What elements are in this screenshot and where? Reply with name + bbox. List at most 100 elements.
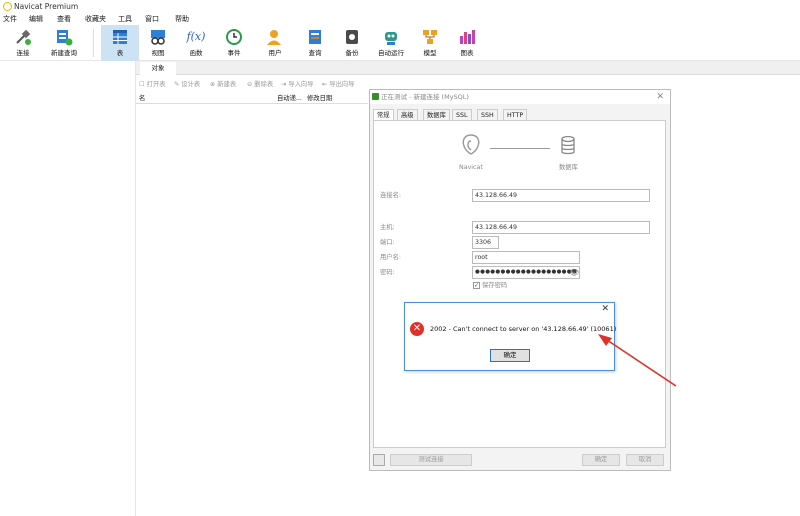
toolbar-model-label: 模型	[423, 49, 437, 57]
event-icon	[226, 29, 242, 45]
new-table-button[interactable]: ⊕ 新建表	[210, 79, 236, 91]
user-icon	[267, 30, 281, 45]
dialog-ok-button[interactable]: 确定	[582, 454, 620, 466]
password-field[interactable]: ●●●●●●●●●●●●●●●●●●●●	[472, 266, 580, 279]
toolbar-table-label: 表	[116, 49, 124, 57]
robot-icon	[385, 32, 397, 45]
toolbar-chart-button[interactable]: 图表	[452, 25, 482, 61]
show-password-eye-icon[interactable]: 👁	[569, 268, 579, 277]
database-label: 数据库	[559, 164, 578, 171]
dialog-cancel-button[interactable]: 取消	[626, 454, 664, 466]
username-label: 用户名:	[380, 254, 402, 261]
toolbar-function-label: 函数	[189, 49, 203, 57]
tab-database[interactable]: 数据库	[423, 109, 450, 120]
toolbar-model-button[interactable]: 模型	[415, 25, 445, 61]
toolbar-backup-button[interactable]: 备份	[337, 25, 367, 61]
function-icon: f(x)	[186, 30, 206, 43]
toolbar-query-label: 查询	[308, 49, 322, 57]
toolbar-event-button[interactable]: 事件	[218, 25, 250, 61]
password-label: 密码:	[380, 269, 395, 276]
tab-http[interactable]: HTTP	[503, 109, 528, 120]
connection-line	[490, 148, 550, 149]
column-modified-date[interactable]: 修改日期	[307, 93, 332, 104]
connection-tree-pane[interactable]	[0, 61, 136, 516]
save-password-label: 保存密码	[482, 282, 508, 289]
annotation-arrow-icon	[598, 334, 677, 387]
toolbar-user-label: 用户	[268, 49, 282, 57]
error-ok-button[interactable]: 确定	[490, 349, 530, 362]
delete-table-button[interactable]: ⊖ 删除表	[247, 79, 273, 91]
navicat-label: Navicat	[459, 164, 483, 171]
error-icon: ✕	[410, 322, 424, 336]
save-password-checkbox[interactable]: ✓	[473, 282, 480, 289]
menu-favorites[interactable]: 收藏夹	[85, 14, 106, 24]
dialog-title-bar: 正在测试 - 新建连接 (MySQL) ✕	[370, 90, 670, 104]
connect-icon	[16, 29, 31, 45]
menu-file[interactable]: 文件	[3, 14, 17, 24]
menu-view[interactable]: 查看	[57, 14, 71, 24]
toolbar-view-button[interactable]: 视图	[142, 25, 174, 61]
chart-icon	[460, 30, 475, 44]
toolbar-connect-label: 连接	[16, 49, 30, 57]
object-list-header: 名 自动递... 修改日期	[136, 93, 368, 104]
dialog-sidebar-toggle-icon[interactable]	[373, 454, 385, 466]
view-icon	[151, 30, 165, 45]
error-message: 2002 - Can't connect to server on '43.12…	[430, 325, 617, 333]
new-query-icon	[57, 30, 73, 46]
menu-window[interactable]: 窗口	[145, 14, 159, 24]
tab-objects[interactable]: 对象	[140, 62, 176, 75]
menu-help[interactable]: 帮助	[175, 14, 189, 24]
toolbar-view-label: 视图	[151, 49, 165, 57]
tab-ssh[interactable]: SSH	[477, 109, 498, 120]
toolbar-backup-label: 备份	[345, 49, 359, 57]
menu-edit[interactable]: 编辑	[29, 14, 43, 24]
connection-dialog: 正在测试 - 新建连接 (MySQL) ✕ 常规 高级 数据库 SSL SSH …	[369, 89, 671, 471]
username-field[interactable]: root	[472, 251, 580, 264]
error-dialog: ✕ ✕ 2002 - Can't connect to server on '4…	[404, 302, 617, 371]
tab-general[interactable]: 常规	[373, 109, 394, 120]
host-field[interactable]: 43.128.66.49	[472, 221, 650, 234]
connection-name-field[interactable]: 43.128.66.49	[472, 189, 650, 202]
import-wizard-button[interactable]: ⇥ 导入向导	[281, 79, 313, 91]
toolbar-user-button[interactable]: 用户	[258, 25, 292, 61]
toolbar-function-button[interactable]: f(x) 函数	[180, 25, 212, 61]
database-icon	[561, 135, 575, 155]
model-icon	[423, 30, 437, 44]
column-auto-increment[interactable]: 自动递...	[277, 93, 302, 104]
connection-name-label: 连接名:	[380, 192, 402, 199]
error-close-icon[interactable]: ✕	[601, 303, 609, 316]
toolbar-event-label: 事件	[227, 49, 241, 57]
tab-ssl[interactable]: SSL	[452, 109, 472, 120]
toolbar-automation-label: 自动运行	[378, 49, 404, 57]
query-icon	[309, 30, 321, 44]
column-name[interactable]: 名	[139, 93, 145, 104]
toolbar-automation-button[interactable]: 自动运行	[374, 25, 408, 61]
title-bar: Navicat Premium	[0, 0, 800, 13]
menu-bar: 文件 编辑 查看 收藏夹 工具 窗口 帮助	[0, 13, 800, 25]
toolbar-connect-button[interactable]: 连接	[6, 25, 40, 61]
host-label: 主机:	[380, 224, 395, 231]
mysql-connection-icon	[372, 93, 379, 100]
main-toolbar: 连接 新建查询 表 视图 f(x) 函数 事件 用户 查询 备份 自动运行 模型	[0, 25, 800, 61]
test-connection-button[interactable]: 测试连接	[390, 454, 472, 466]
toolbar-query-button[interactable]: 查询	[299, 25, 331, 61]
table-icon	[113, 30, 127, 44]
toolbar-separator	[93, 29, 94, 57]
toolbar-new-query-label: 新建查询	[51, 49, 77, 57]
app-title: Navicat Premium	[14, 2, 79, 11]
menu-tools[interactable]: 工具	[118, 14, 132, 24]
object-tab-bar	[136, 61, 800, 75]
tab-advanced[interactable]: 高级	[397, 109, 418, 120]
export-wizard-button[interactable]: ⇤ 导出向导	[322, 79, 354, 91]
general-panel: Navicat 数据库 连接名: 43.128.66.49 主机: 43.128…	[373, 120, 666, 448]
dialog-title: 正在测试 - 新建连接 (MySQL)	[381, 93, 469, 101]
port-field[interactable]: 3306	[472, 236, 499, 249]
dialog-close-icon[interactable]: ✕	[656, 90, 664, 104]
toolbar-table-button[interactable]: 表	[101, 25, 139, 61]
open-table-button[interactable]: ☐ 打开表	[139, 79, 166, 91]
toolbar-chart-label: 图表	[460, 49, 474, 57]
navicat-icon	[462, 134, 480, 155]
toolbar-new-query-button[interactable]: 新建查询	[45, 25, 83, 61]
navicat-logo-icon	[3, 2, 12, 11]
design-table-button[interactable]: ✎ 设计表	[174, 79, 200, 91]
